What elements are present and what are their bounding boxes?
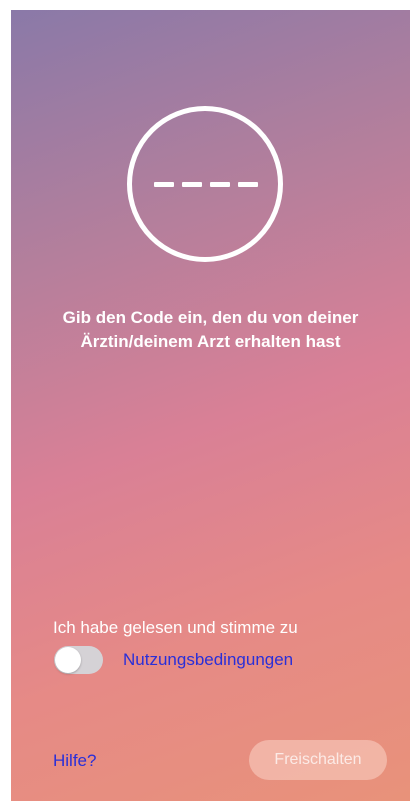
- consent-label: Ich habe gelesen und stimme zu: [53, 618, 298, 637]
- code-slot-2: [182, 182, 202, 187]
- consent-toggle[interactable]: [54, 646, 103, 674]
- terms-of-use-link[interactable]: Nutzungsbedingungen: [123, 649, 293, 671]
- code-entry-field[interactable]: [127, 106, 283, 262]
- code-slot-4: [238, 182, 258, 187]
- code-instruction-text: Gib den Code ein, den du von deiner Ärzt…: [62, 308, 359, 351]
- code-slot-1: [154, 182, 174, 187]
- unlock-code-screen: Gib den Code ein, den du von deiner Ärzt…: [11, 10, 410, 801]
- unlock-button[interactable]: Freischalten: [249, 740, 387, 780]
- code-slots: [154, 182, 258, 187]
- help-link[interactable]: Hilfe?: [53, 750, 96, 772]
- toggle-knob: [55, 647, 81, 673]
- code-slot-3: [210, 182, 230, 187]
